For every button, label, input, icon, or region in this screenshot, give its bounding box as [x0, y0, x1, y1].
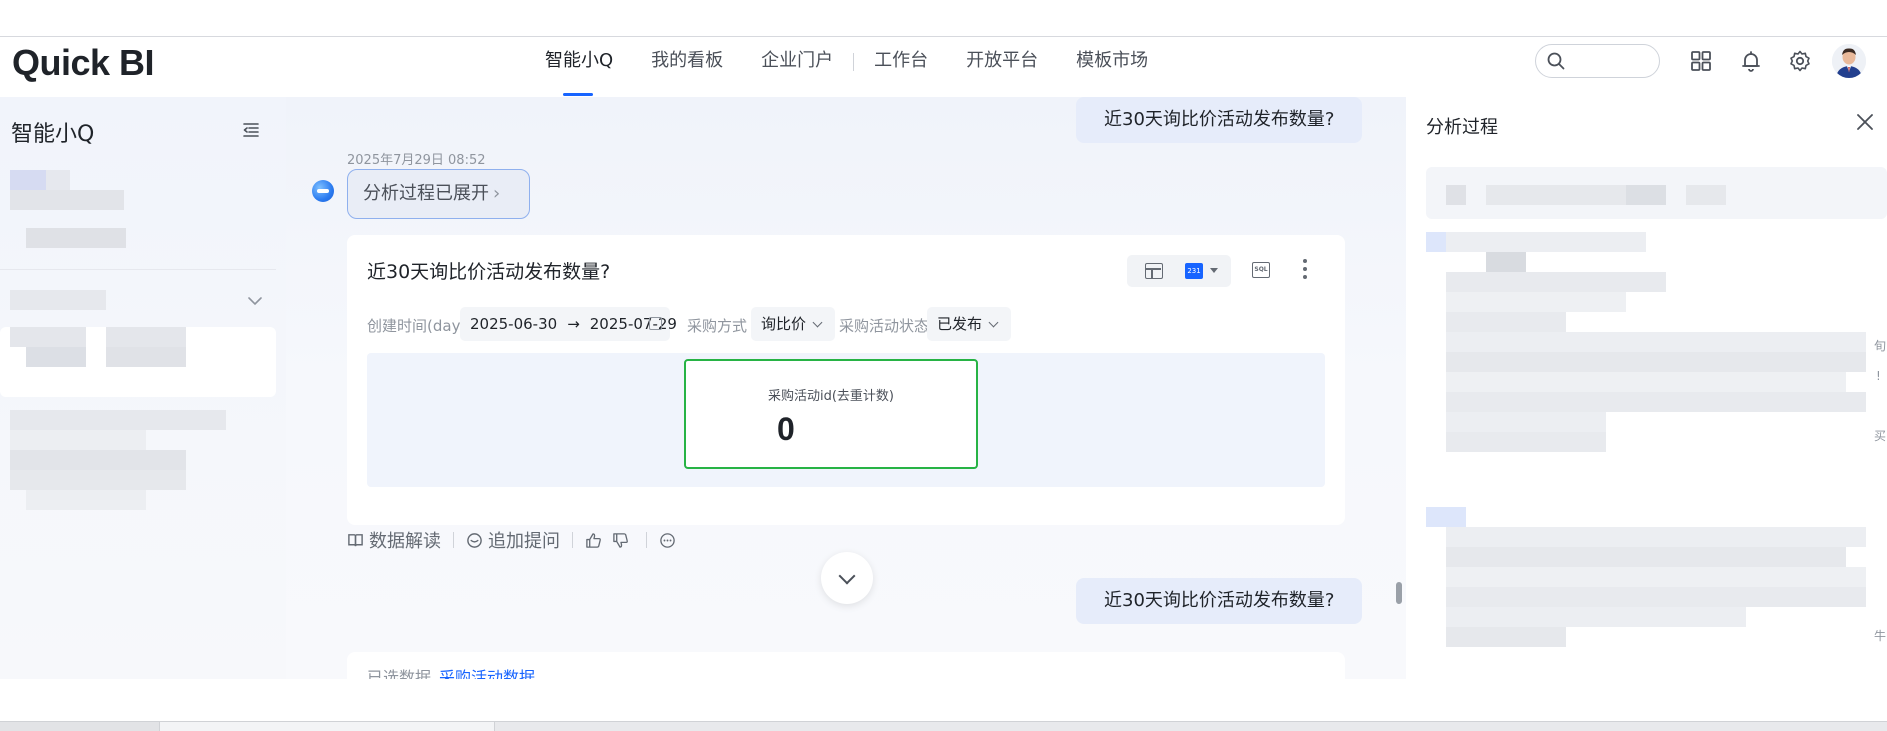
- top-nav: 智能小Q 我的看板 企业门户 工作台 开放平台 模板市场: [545, 38, 1186, 97]
- conversation-sidebar: 智能小Q: [0, 97, 286, 679]
- date-start: 2025-06-30: [470, 315, 558, 333]
- section-divider: [0, 269, 276, 270]
- result-card: 近30天询比价活动发布数量? 231 SQL 创建时间(day) 2025-06…: [347, 235, 1345, 525]
- apps-grid-icon[interactable]: [1689, 49, 1713, 73]
- data-interpret-label: 数据解读: [369, 531, 441, 552]
- user-question-bubble: 近30天询比价活动发布数量?: [1076, 578, 1363, 624]
- chevron-down-icon: [812, 317, 823, 328]
- analysis-step-header: [1426, 167, 1887, 219]
- conversation-main: 近30天询比价活动发布数量? 2025年7月29日 08:52 分析过程已展开 ›…: [286, 97, 1406, 679]
- filter-method-label: 采购方式: [687, 317, 748, 335]
- search-icon: [1547, 52, 1565, 70]
- nav-smart-q[interactable]: 智能小Q: [545, 38, 613, 97]
- more-options-icon[interactable]: [1303, 259, 1307, 279]
- kpi-view-icon[interactable]: 231: [1185, 263, 1203, 279]
- thumbs-up-icon[interactable]: [585, 532, 602, 549]
- dataset-link[interactable]: 采购活动数据: [439, 668, 535, 679]
- quick-bi-logo[interactable]: Quick BI: [12, 42, 155, 84]
- browser-bottom-bar: [0, 721, 1887, 731]
- avatar[interactable]: [1832, 44, 1866, 78]
- calendar-icon: [649, 317, 662, 330]
- follow-up-button[interactable]: 追加提问: [466, 527, 560, 553]
- history-item-selected[interactable]: [0, 327, 276, 397]
- method-select[interactable]: 询比价: [751, 307, 835, 341]
- bell-icon[interactable]: [1739, 49, 1763, 73]
- data-interpret-button[interactable]: 数据解读: [347, 527, 441, 553]
- chevron-down-icon: [988, 317, 999, 328]
- selected-data-label: 已选数据: [367, 668, 432, 679]
- kpi-value: 0: [777, 411, 795, 447]
- app-header: Quick BI 智能小Q 我的看板 企业门户 工作台 开放平台 模板市场: [0, 38, 1887, 97]
- caret-down-icon[interactable]: [1210, 268, 1218, 273]
- logo-text: Quick BI: [12, 42, 155, 83]
- more-circle-icon[interactable]: [659, 532, 676, 549]
- status-select[interactable]: 已发布: [927, 307, 1011, 341]
- result-card-title: 近30天询比价活动发布数量?: [367, 261, 611, 283]
- user-question-bubble: 近30天询比价活动发布数量?: [1076, 97, 1363, 143]
- follow-up-label: 追加提问: [488, 531, 560, 552]
- chat-bubble-icon: [467, 532, 482, 548]
- sidebar-title: 智能小Q: [11, 122, 95, 147]
- chevron-right-icon: ›: [493, 183, 501, 204]
- nav-my-dashboards[interactable]: 我的看板: [651, 38, 723, 97]
- analysis-panel-title: 分析过程: [1426, 117, 1498, 138]
- filter-status-label: 采购活动状态: [839, 317, 930, 335]
- method-value: 询比价: [761, 315, 807, 333]
- action-divider: [453, 532, 454, 548]
- chevron-down-icon: [248, 297, 262, 306]
- action-divider: [572, 532, 573, 548]
- kpi-label: 采购活动id(去重计数): [767, 389, 894, 404]
- filter-time-label: 创建时间(day): [367, 317, 467, 335]
- assistant-avatar-icon: [312, 180, 334, 202]
- chart-type-switch[interactable]: 231: [1127, 255, 1231, 287]
- thumbs-down-icon[interactable]: [612, 532, 629, 549]
- message-timestamp: 2025年7月29日 08:52: [347, 153, 486, 168]
- scroll-to-bottom-button[interactable]: [821, 552, 873, 604]
- analysis-toggle-label: 分析过程已展开: [363, 183, 489, 204]
- kpi-card[interactable]: 采购活动id(去重计数) 0: [684, 359, 978, 469]
- header-search-input[interactable]: [1535, 44, 1660, 78]
- avatar-image: [1832, 44, 1866, 78]
- book-icon: [348, 533, 363, 546]
- nav-enterprise-portal[interactable]: 企业门户: [761, 38, 833, 97]
- result-card: 已选数据 采购活动数据: [347, 652, 1345, 679]
- kpi-area: 采购活动id(去重计数) 0: [367, 353, 1325, 487]
- analysis-toggle-button[interactable]: 分析过程已展开 ›: [347, 169, 530, 219]
- gear-icon[interactable]: [1788, 49, 1812, 73]
- arrow-right-icon: →: [567, 315, 580, 333]
- clipped-text: 旬: [1874, 339, 1887, 353]
- nav-divider: [853, 52, 855, 71]
- clipped-text: 牛: [1874, 629, 1887, 643]
- sql-icon[interactable]: SQL: [1252, 262, 1270, 278]
- status-value: 已发布: [937, 315, 983, 333]
- date-end: 2025-07-29: [589, 315, 677, 333]
- selected-data-row: 已选数据 采购活动数据: [367, 664, 535, 679]
- action-divider: [646, 532, 647, 548]
- table-view-icon[interactable]: [1145, 263, 1163, 279]
- nav-open-platform[interactable]: 开放平台: [966, 38, 1038, 97]
- result-actions: 数据解读 追加提问: [347, 527, 681, 553]
- nav-template-market[interactable]: 模板市场: [1076, 38, 1148, 97]
- analysis-panel: 分析过程 旬 ! 买 牛: [1406, 97, 1887, 679]
- browser-top-bar: [0, 0, 1887, 37]
- clipped-text: 买: [1874, 429, 1887, 443]
- collapse-sidebar-icon[interactable]: [240, 119, 262, 141]
- close-icon[interactable]: [1854, 111, 1876, 133]
- clipped-text: !: [1876, 369, 1881, 383]
- scrollbar[interactable]: [1396, 582, 1402, 604]
- nav-workbench[interactable]: 工作台: [874, 38, 928, 97]
- date-range-picker[interactable]: 2025-06-30 → 2025-07-29: [460, 307, 677, 341]
